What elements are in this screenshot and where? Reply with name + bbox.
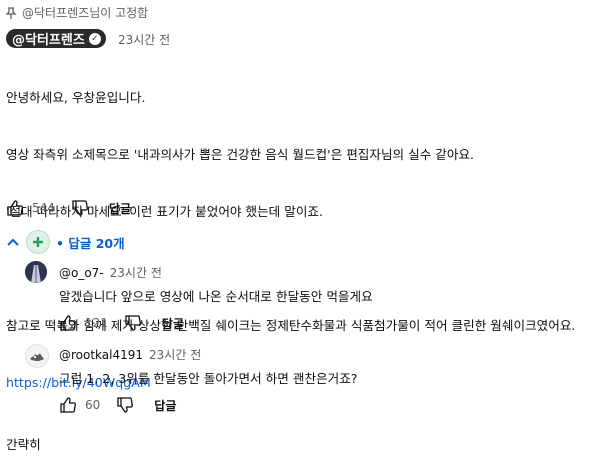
reply-actions: 60 답글 (59, 396, 176, 414)
reply-text: 알겠습니다 앞으로 영상에 나온 순서대로 한달동안 먹을게요 (59, 289, 373, 304)
reply-button[interactable]: 답글 (162, 315, 184, 332)
reply-author[interactable]: @rootkal4191 (59, 348, 143, 362)
comment-line: 영상 좌측위 소제목으로 '내과의사가 뽑은 건강한 음식 월드컵'은 편집자님… (6, 147, 475, 162)
reply-button[interactable]: 답글 (109, 200, 131, 217)
avatar[interactable] (25, 261, 47, 283)
reply-time[interactable]: 23시간 전 (149, 346, 201, 363)
show-less-button[interactable]: 간략히 (6, 435, 575, 454)
comment-line: 안녕하세요, 우창윤입니다. (6, 90, 146, 105)
reply-time[interactable]: 23시간 전 (110, 264, 162, 281)
comment-actions: 544 답글 (6, 199, 131, 217)
reply-author[interactable]: @o_o7- (59, 266, 104, 280)
avatar[interactable] (25, 344, 49, 368)
like-count: 121 (85, 316, 108, 330)
reply-actions: 121 답글 (59, 314, 184, 332)
thumbs-down-icon[interactable] (71, 199, 89, 217)
comment-time[interactable]: 23시간 전 (118, 31, 170, 48)
comment-author[interactable]: @닥터프렌즈 ✓ (6, 29, 106, 48)
reply-button[interactable]: 답글 (154, 397, 176, 414)
pinned-text: @닥터프렌즈님이 고정함 (22, 6, 149, 20)
thumbs-up-icon[interactable] (59, 314, 77, 332)
pinned-label: @닥터프렌즈님이 고정함 (6, 4, 148, 21)
replies-toggle[interactable]: • 답글 20개 (6, 230, 125, 254)
reply-text: 그럼 1, 2, 3위를 한달동안 돌아가면서 하면 괜찬은거죠? (59, 371, 358, 386)
reply-header: @o_o7- 23시간 전 (59, 264, 162, 281)
like-count: 60 (85, 398, 101, 412)
thumbs-down-icon[interactable] (124, 314, 142, 332)
thumbs-down-icon[interactable] (116, 396, 134, 414)
verified-icon: ✓ (88, 32, 101, 45)
like-count: 544 (32, 201, 55, 215)
thumbs-up-icon[interactable] (59, 396, 77, 414)
chevron-up-icon (7, 238, 19, 246)
pin-icon (6, 6, 16, 19)
thumbs-up-icon[interactable] (6, 199, 24, 217)
replies-count: • 답글 20개 (56, 235, 125, 251)
channel-mini-avatar (26, 230, 50, 254)
reply-header: @rootkal4191 23시간 전 (59, 346, 201, 363)
author-name: @닥터프렌즈 (12, 33, 85, 48)
